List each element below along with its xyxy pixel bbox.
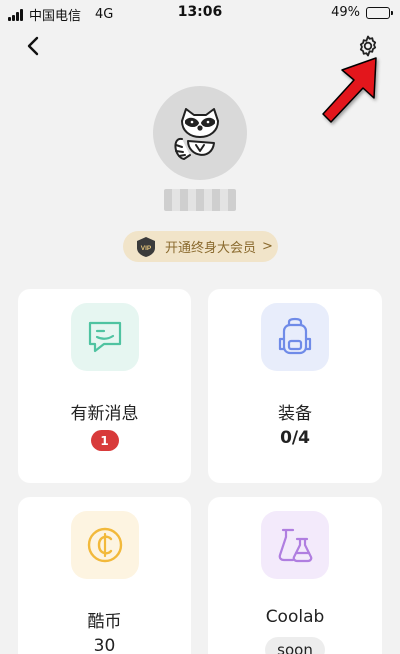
vip-badge-text: VIP xyxy=(141,245,152,252)
vip-shield-icon: VIP xyxy=(137,236,155,257)
status-bar: 中国电信 4G 13:06 49% xyxy=(0,0,400,26)
gear-icon xyxy=(359,35,377,57)
unread-badge: 1 xyxy=(90,430,119,451)
soon-badge: soon xyxy=(265,637,325,654)
coin-tile xyxy=(70,511,139,579)
battery-percent: 49% xyxy=(331,5,360,20)
message-icon xyxy=(88,321,121,353)
red-arrow-annotation xyxy=(322,57,377,123)
equipment-label: 装备 xyxy=(278,404,312,424)
message-tile xyxy=(70,303,139,371)
vip-upgrade-button[interactable]: VIP 开通终身大会员 > xyxy=(123,231,278,262)
backpack-icon xyxy=(278,317,312,355)
back-chevron-icon xyxy=(27,36,39,56)
backpack-tile xyxy=(261,303,329,371)
coolab-label: Coolab xyxy=(265,607,325,627)
avatar[interactable] xyxy=(153,86,247,180)
vip-chevron-icon: > xyxy=(262,239,273,254)
vip-text: 开通终身大会员 xyxy=(165,241,257,256)
coin-icon xyxy=(87,527,122,563)
coins-label: 酷币 xyxy=(87,612,122,632)
card-equipment[interactable]: 装备 0/4 xyxy=(208,289,382,483)
battery-icon xyxy=(366,6,393,19)
card-coolab[interactable]: Coolab soon xyxy=(208,497,382,654)
card-coins[interactable]: 酷币 30 xyxy=(18,497,191,654)
equipment-count: 0/4 xyxy=(280,428,310,448)
raccoon-icon xyxy=(174,108,219,160)
username: ▇▇▇▇▇▇ xyxy=(150,185,250,215)
coins-count: 30 xyxy=(93,636,116,654)
username-text: ▇▇▇▇▇▇ xyxy=(163,189,237,211)
messages-label: 有新消息 xyxy=(70,404,139,424)
back-button[interactable] xyxy=(20,32,48,60)
flask-icon xyxy=(278,528,313,563)
status-right: 49% xyxy=(331,5,393,20)
flask-tile xyxy=(261,511,329,579)
card-messages[interactable]: 有新消息 1 xyxy=(18,289,191,483)
settings-button[interactable] xyxy=(354,32,382,60)
